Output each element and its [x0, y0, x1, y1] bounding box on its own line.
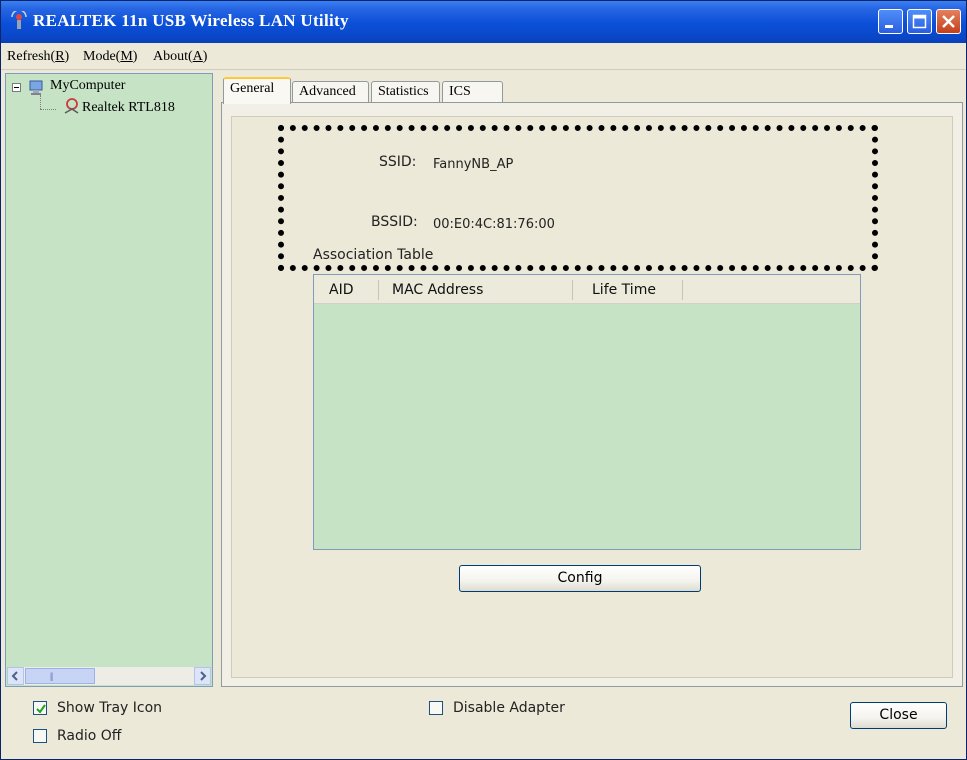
show-tray-icon-label: Show Tray Icon	[57, 700, 163, 716]
scroll-right-button[interactable]	[194, 667, 211, 685]
wireless-adapter-icon	[64, 98, 79, 114]
association-table-title: Association Table	[313, 247, 434, 263]
config-button[interactable]: Config	[459, 565, 701, 592]
tab-general[interactable]: General	[223, 77, 291, 104]
close-window-button[interactable]	[936, 9, 961, 34]
menu-refresh[interactable]: Refresh(R)	[7, 49, 69, 65]
window-title: REALTEK 11n USB Wireless LAN Utility	[33, 11, 349, 30]
ssid-label: SSID:	[379, 154, 417, 170]
radio-off-label: Radio Off	[57, 728, 122, 744]
wireless-app-icon	[11, 11, 27, 29]
association-table[interactable]: AID MAC Address Life Time	[313, 274, 861, 550]
ssid-value: FannyNB_AP	[433, 157, 514, 172]
maximize-icon	[912, 14, 927, 29]
minimize-button[interactable]	[878, 9, 903, 34]
menu-about[interactable]: About(A)	[153, 49, 207, 65]
tab-ics[interactable]: ICS	[442, 81, 503, 103]
tree-horizontal-scrollbar[interactable]: |||	[7, 667, 211, 685]
tree-item-mycomputer[interactable]: MyComputer	[50, 78, 125, 94]
menu-bar: Refresh(R) Mode(M) About(A)	[1, 43, 966, 70]
close-button[interactable]: Close	[850, 702, 947, 729]
menu-mode[interactable]: Mode(M)	[83, 49, 137, 65]
bssid-label: BSSID:	[371, 214, 418, 230]
scroll-left-button[interactable]	[7, 667, 24, 685]
close-icon	[942, 15, 955, 28]
tree-collapse-toggle[interactable]	[12, 83, 21, 92]
title-bar[interactable]: REALTEK 11n USB Wireless LAN Utility	[1, 1, 966, 43]
disable-adapter-label: Disable Adapter	[453, 700, 565, 716]
tab-advanced[interactable]: Advanced	[292, 81, 369, 103]
column-mac-address[interactable]: MAC Address	[392, 282, 483, 298]
bssid-value: 00:E0:4C:81:76:00	[433, 217, 555, 232]
utility-window: REALTEK 11n USB Wireless LAN Utility Ref…	[0, 0, 967, 760]
column-aid[interactable]: AID	[329, 282, 354, 298]
tree-item-adapter[interactable]: Realtek RTL818	[82, 100, 175, 116]
computer-icon	[29, 80, 43, 95]
tab-statistics[interactable]: Statistics	[371, 81, 440, 103]
scroll-thumb[interactable]: |||	[25, 668, 95, 684]
device-tree[interactable]: MyComputer Realtek RTL818 |||	[5, 73, 213, 687]
arrow-right-icon	[200, 671, 207, 681]
minimize-icon	[885, 25, 893, 28]
checkmark-icon	[36, 704, 46, 714]
column-life-time[interactable]: Life Time	[592, 282, 656, 298]
maximize-button[interactable]	[907, 9, 932, 34]
table-header: AID MAC Address Life Time	[314, 275, 860, 304]
arrow-left-icon	[11, 671, 18, 681]
